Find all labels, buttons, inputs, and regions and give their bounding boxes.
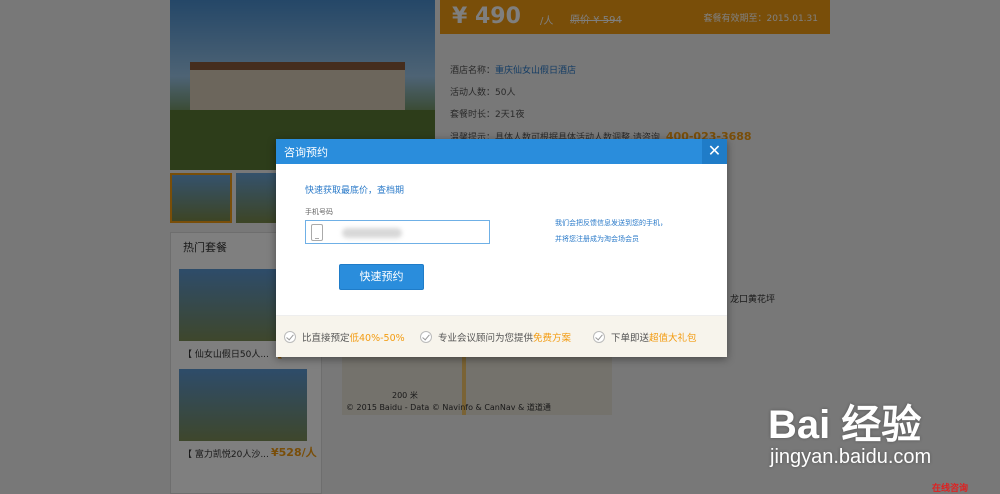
check-circle-icon [420, 331, 432, 343]
consult-booking-dialog: 咨询预约 ✕ 快速获取最底价，查档期 手机号码 我们会把反馈信息发送到您的手机，… [276, 139, 727, 357]
baidu-jingyan-watermark: Bai 经验 [768, 403, 922, 447]
dialog-title: 咨询预约 [284, 146, 328, 159]
close-icon[interactable]: ✕ [702, 139, 727, 164]
phone-label: 手机号码 [305, 208, 333, 216]
phone-icon [311, 224, 323, 241]
online-chat-link[interactable]: 在线咨询 [932, 481, 968, 494]
benefit-highlight: 超值大礼包 [649, 333, 697, 344]
benefit-text: 专业会议顾问为您提供 [438, 333, 534, 344]
phone-input[interactable] [330, 223, 485, 241]
benefit-text: 比直接预定 [302, 333, 350, 344]
notice-line-2: 并将您注册成为淘会场会员 [555, 235, 639, 243]
dialog-subtitle: 快速获取最底价，查档期 [305, 186, 405, 196]
benefit-highlight: 免费方案 [533, 333, 572, 344]
watermark-url: jingyan.baidu.com [770, 446, 932, 468]
phone-field[interactable] [305, 220, 490, 244]
quick-booking-button[interactable]: 快速预约 [339, 264, 424, 290]
benefit-item: 专业会议顾问为您提供免费方案 [420, 330, 571, 344]
benefit-item: 比直接预定低40%-50% [284, 330, 405, 344]
check-circle-icon [593, 331, 605, 343]
benefit-highlight: 低40%-50% [349, 333, 405, 344]
dialog-header: 咨询预约 ✕ [276, 139, 727, 164]
check-circle-icon [284, 331, 296, 343]
notice-line-1: 我们会把反馈信息发送到您的手机， [555, 219, 667, 227]
benefit-text: 下单即送 [611, 333, 650, 344]
benefit-item: 下单即送超值大礼包 [593, 330, 697, 344]
benefits-bar: 比直接预定低40%-50% 专业会议顾问为您提供免费方案 下单即送超值大礼包 [276, 315, 727, 357]
